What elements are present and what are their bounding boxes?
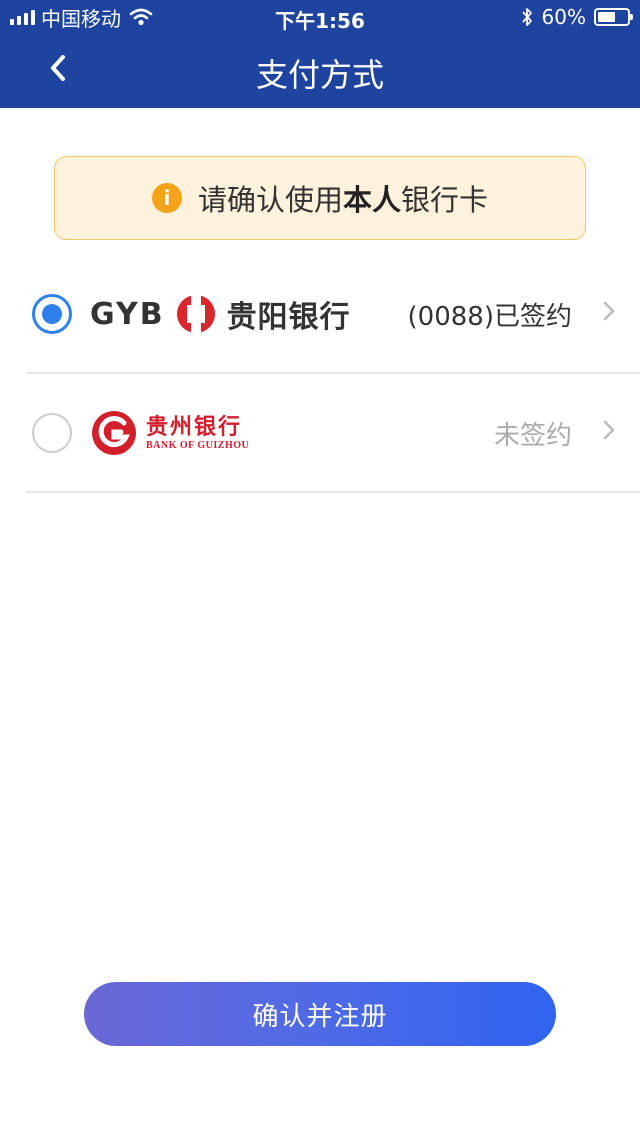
radio-unselected[interactable]: [32, 413, 72, 453]
guizhou-bank-cn: 贵州银行: [146, 414, 243, 440]
status-right: 60%: [520, 5, 633, 29]
bluetooth-icon: [521, 8, 532, 26]
gyb-emblem-icon: [176, 295, 215, 333]
battery-fill: [598, 12, 615, 22]
chevron-right-icon: [603, 420, 615, 440]
notice-text-suffix: 银行卡: [401, 183, 489, 217]
bank-option-guizhou[interactable]: 贵州银行 BANK OF GUIZHOU 未签约: [26, 375, 640, 493]
gyb-logo-cn: 贵阳银行: [226, 300, 351, 335]
bank-status-unsigned: 未签约: [493, 421, 572, 451]
notice-banner: i 请确认使用 本人 银行卡: [54, 156, 586, 240]
battery-icon: [594, 8, 633, 26]
gyb-logo-text: GYB: [90, 296, 165, 332]
guizhou-bank-logo: 贵州银行 BANK OF GUIZHOU: [90, 405, 249, 461]
chevron-right-icon: [603, 301, 615, 321]
notice-text-prefix: 请确认使用: [197, 183, 343, 217]
gyb-logo: GYB 贵阳银行: [90, 286, 351, 342]
bank-option-gyb[interactable]: GYB 贵阳银行 (0088)已签约: [26, 256, 640, 374]
bank-status-signed: (0088)已签约: [407, 302, 572, 332]
guizhou-bank-en: BANK OF GUIZHOU: [146, 439, 250, 451]
app-header: 中国移动 下午1:56 60% 支付方式: [0, 0, 640, 108]
page-title: 支付方式: [255, 56, 384, 94]
guizhou-bank-emblem-icon: [92, 411, 136, 455]
status-bar: 中国移动 下午1:56 60%: [0, 0, 640, 36]
confirm-register-button[interactable]: 确认并注册: [84, 982, 556, 1046]
notice-text-bold: 本人: [342, 183, 401, 217]
battery-percent: 60%: [541, 5, 586, 29]
radio-selected[interactable]: [32, 294, 72, 334]
guizhou-bank-wordmark: 贵州银行 BANK OF GUIZHOU: [146, 414, 250, 451]
info-icon: i: [151, 183, 182, 213]
